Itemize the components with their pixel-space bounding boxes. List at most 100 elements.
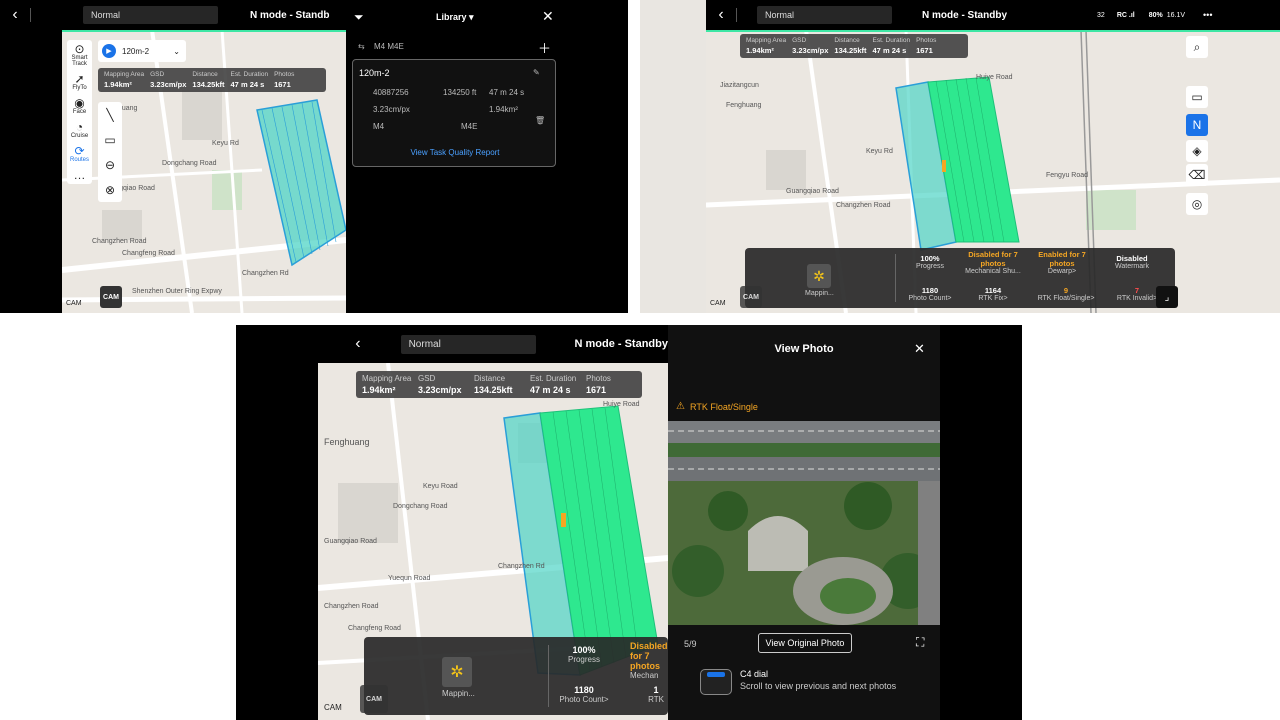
view-original-photo-button[interactable]: View Original Photo [758, 633, 852, 653]
road-label: Keyu Rd [212, 140, 239, 147]
cam-label: CAM [324, 703, 342, 712]
watermark-stat: Disabled Watermark [1115, 254, 1149, 270]
face-button[interactable]: ◉ Face [67, 94, 92, 118]
eye-icon: ◉ [74, 96, 85, 110]
top-bar: ‹ Normal N mode - Standby [236, 325, 668, 363]
mission-gsd: 3.23cm/px [373, 105, 410, 114]
dial-hint: Scroll to view previous and next photos [740, 681, 897, 691]
locate-icon[interactable]: ◎ [1186, 193, 1208, 215]
edit-icon[interactable]: ✎ [533, 68, 540, 77]
rtk-stat[interactable]: 1 RTK [644, 685, 668, 704]
back-icon[interactable]: ‹ [706, 6, 736, 24]
road-label: Changzhen Rd [498, 563, 545, 570]
mission-time: 47 m 24 s [489, 88, 525, 97]
layers-icon[interactable]: ◈ [1186, 140, 1208, 162]
dial-title: C4 dial [740, 669, 769, 679]
cruise-button[interactable]: ◔ Cruise [67, 118, 92, 142]
compass-icon[interactable]: N [1186, 114, 1208, 136]
mission-area: 1.94km² [489, 105, 518, 114]
aerial-photo[interactable] [668, 421, 940, 625]
mission-drone: M4 [373, 122, 385, 131]
rtk-fix-stat[interactable]: 1164 RTK Fix> [960, 286, 1026, 302]
road-label: Fenghuang [324, 437, 370, 447]
mission-card[interactable]: 120m-2 ✎ 40887256 134250 ft 47 m 24 s 3.… [352, 59, 556, 167]
search-icon[interactable]: ⌕ [1186, 36, 1208, 58]
close-icon[interactable]: ✕ [542, 8, 554, 25]
target-icon: ⊙ [74, 42, 85, 56]
rectangle-icon[interactable]: ▭ [98, 133, 122, 147]
mapping-icon: ✲ [807, 264, 831, 288]
road-label: Fengyu Road [1046, 172, 1089, 179]
trash-icon[interactable]: 🗑 [535, 116, 545, 125]
tool-sidebar: ⊙ Smart Track ➚ FlyTo ◉ Face ◔ Cruise ⟳ Route… [67, 40, 92, 184]
task-selector[interactable]: ▶ 120m-2 ⌄ [98, 40, 186, 62]
library-dropdown[interactable]: Library ▾ [436, 12, 474, 23]
controller-icon [700, 669, 732, 695]
road-label: Huiye Road [603, 401, 640, 408]
swap-icon[interactable]: ⇆ [358, 42, 365, 51]
flyto-button[interactable]: ➚ FlyTo [67, 70, 92, 94]
eraser-icon[interactable]: ⌫ [1186, 164, 1208, 186]
view-photo-panel: View Photo ✕ ⚠ RTK Float/Single 5/9 View… [668, 325, 940, 720]
road-label: Huiye Road [976, 74, 1013, 81]
cancel-icon[interactable]: ⊗ [98, 183, 122, 197]
routes-button[interactable]: ⟳ Routes [67, 142, 92, 166]
collapse-icon[interactable]: ⌟ [1156, 286, 1178, 308]
battery-voltage: 16.1V [1166, 11, 1186, 19]
smart-track-button[interactable]: ⊙ Smart Track [67, 40, 92, 70]
cam-button[interactable]: CAM [740, 286, 762, 308]
flight-mode[interactable]: Normal [757, 6, 892, 24]
mechanical-shutter-stat[interactable]: Disabled for 7 photos Mechan [630, 641, 670, 680]
road-label: Changzhen Road [92, 238, 147, 245]
mission-info-bar: Mapping Area 1.94km² GSD 3.23cm/px Distanc… [98, 68, 326, 92]
folder-icon[interactable]: ▭ [1186, 86, 1208, 108]
back-icon[interactable]: ‹ [0, 6, 30, 24]
task-result-panel: ✲ Mappin... 100% Progress Disabled for 7 … [745, 248, 1175, 308]
mapping-label: Mappin... [805, 290, 834, 297]
flight-mode[interactable]: Normal [400, 334, 537, 354]
chevron-down-icon: ⌄ [173, 46, 180, 56]
line-icon[interactable]: ╲ [98, 108, 122, 122]
more-icon[interactable]: ••• [1203, 10, 1212, 20]
back-icon[interactable]: ‹ [236, 335, 401, 353]
mission-title: 120m-2 [359, 68, 390, 78]
road-label: Changfeng Road [122, 250, 175, 257]
task-name: 120m-2 [122, 46, 150, 56]
satellite-count: 32 [1097, 11, 1105, 19]
cam-button[interactable]: CAM [360, 685, 388, 713]
mapping-label: Mappin... [442, 689, 475, 698]
photo-count-stat[interactable]: 1180 Photo Count> [554, 685, 614, 704]
road-label: Guangqiao Road [786, 188, 839, 195]
aerial-photo-image [668, 421, 940, 625]
drone-filter: M4 M4E [374, 42, 404, 51]
close-icon[interactable]: ✕ [914, 341, 925, 357]
road-label: Dongchang Road [393, 503, 448, 510]
play-icon[interactable]: ▶ [102, 44, 116, 58]
draw-tools: ╲ ▭ ⊖ ⊗ [98, 102, 122, 202]
road-label: Guangqiao Road [324, 538, 377, 545]
filter-icon[interactable]: ⏷ [354, 10, 364, 25]
road-label: Changfeng Road [348, 625, 401, 632]
flight-mode[interactable]: Normal [83, 6, 218, 24]
status-title: N mode - Standby [922, 9, 1008, 21]
status-title: N mode - Standby [574, 338, 668, 350]
warning-icon: ⚠ [676, 401, 685, 412]
undo-icon[interactable]: ⊖ [98, 158, 122, 172]
progress-stat: 100% Progress [915, 254, 944, 270]
mechanical-shutter-stat[interactable]: Disabled for 7 photos Mechanical Shu... [960, 250, 1026, 275]
right-black-bar [940, 325, 1022, 720]
road-label: Keyu Rd [866, 148, 893, 155]
cam-button[interactable]: CAM [100, 286, 122, 308]
view-task-quality-report-link[interactable]: View Task Quality Report [353, 148, 557, 157]
road-label: Changzhen Rd [242, 270, 289, 277]
dewarp-stat[interactable]: Enabled for 7 photos Dewarp> [1030, 250, 1094, 275]
add-icon[interactable]: ＋ [538, 38, 551, 57]
more-button[interactable]: … [67, 166, 92, 184]
fullscreen-icon[interactable]: ⛶ [916, 635, 924, 650]
panel-library: Fenghuang Guangqiao Road Changzhen Road … [0, 0, 628, 313]
photo-count-stat[interactable]: 1180 Photo Count> [900, 286, 960, 302]
mission-distance: 134250 ft [443, 88, 477, 97]
rtk-float-stat[interactable]: 9 RTK Float/Single> [1030, 286, 1102, 302]
road-label: Dongchang Road [162, 160, 217, 167]
more-icon: … [73, 168, 86, 182]
